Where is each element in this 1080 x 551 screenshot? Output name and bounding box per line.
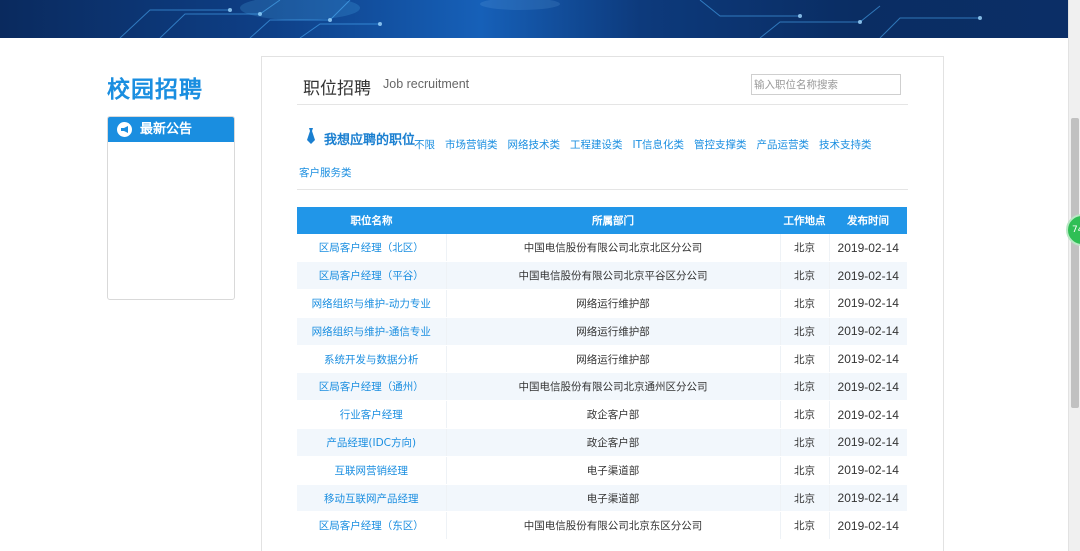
table-row[interactable]: 行业客户经理 政企客户部 北京 2019-02-14: [297, 400, 907, 430]
table-row[interactable]: 区局客户经理（北区） 中国电信股份有限公司北京北区分公司 北京 2019-02-14: [297, 234, 907, 263]
date-cell: 2019-02-14: [828, 289, 907, 318]
job-title-link[interactable]: 区局客户经理（北区）: [297, 234, 446, 263]
job-title-link[interactable]: 网络组织与维护-动力专业: [297, 289, 446, 318]
department-cell: 中国电信股份有限公司北京北区分公司: [445, 234, 780, 263]
job-title-link[interactable]: 产品经理(IDC方向): [297, 428, 446, 457]
date-cell: 2019-02-14: [828, 511, 907, 541]
table-row[interactable]: 移动互联网产品经理 电子渠道部 北京 2019-02-14: [297, 484, 907, 513]
column-header-date: 发布时间: [829, 207, 907, 234]
location-cell: 北京: [779, 234, 829, 263]
department-cell: 电子渠道部: [445, 484, 780, 513]
date-cell: 2019-02-14: [828, 317, 907, 346]
table-row[interactable]: 系统开发与数据分析 网络运行维护部 北京 2019-02-14: [297, 345, 907, 374]
location-cell: 北京: [779, 511, 829, 541]
department-cell: 中国电信股份有限公司北京平谷区分公司: [445, 261, 780, 291]
date-cell: 2019-02-14: [828, 456, 907, 485]
location-cell: 北京: [779, 456, 829, 485]
location-cell: 北京: [779, 372, 829, 402]
job-search-input[interactable]: [751, 74, 901, 95]
sidebar-title: 校园招聘: [107, 77, 203, 103]
panel-subtitle: Job recruitment: [383, 77, 470, 91]
location-cell: 北京: [779, 261, 829, 291]
date-cell: 2019-02-14: [828, 428, 907, 457]
category-engineering[interactable]: 工程建设类: [570, 131, 623, 159]
job-title-link[interactable]: 行业客户经理: [297, 400, 446, 430]
category-tech-support[interactable]: 技术支持类: [819, 131, 872, 159]
announcement-box: 最新公告: [107, 116, 235, 300]
category-management-support[interactable]: 管控支撑类: [694, 131, 747, 159]
category-all[interactable]: 不限: [414, 131, 435, 159]
location-cell: 北京: [779, 289, 829, 318]
department-cell: 政企客户部: [445, 400, 780, 430]
department-cell: 电子渠道部: [445, 456, 780, 485]
location-cell: 北京: [779, 400, 829, 430]
department-cell: 网络运行维护部: [445, 317, 780, 346]
department-cell: 网络运行维护部: [445, 345, 780, 374]
divider: [297, 189, 908, 190]
category-marketing[interactable]: 市场营销类: [445, 131, 498, 159]
table-row[interactable]: 互联网营销经理 电子渠道部 北京 2019-02-14: [297, 456, 907, 485]
column-header-job-title: 职位名称: [297, 207, 446, 234]
page-scrollbar[interactable]: [1068, 0, 1080, 551]
table-row[interactable]: 产品经理(IDC方向) 政企客户部 北京 2019-02-14: [297, 428, 907, 457]
category-customer-service[interactable]: 客户服务类: [299, 159, 352, 187]
table-row[interactable]: 区局客户经理（平谷） 中国电信股份有限公司北京平谷区分公司 北京 2019-02-14: [297, 261, 907, 291]
category-product-ops[interactable]: 产品运营类: [757, 131, 810, 159]
table-body: 区局客户经理（北区） 中国电信股份有限公司北京北区分公司 北京 2019-02-14 区…: [297, 234, 907, 541]
department-cell: 政企客户部: [445, 428, 780, 457]
panel-title: 职位招聘: [303, 79, 371, 99]
divider: [297, 104, 908, 105]
table-row[interactable]: 区局客户经理（东区） 中国电信股份有限公司北京东区分公司 北京 2019-02-14: [297, 511, 907, 541]
job-title-link[interactable]: 互联网营销经理: [297, 456, 446, 485]
table-row[interactable]: 区局客户经理（通州） 中国电信股份有限公司北京通州区分公司 北京 2019-02-14: [297, 372, 907, 402]
job-title-link[interactable]: 网络组织与维护-通信专业: [297, 317, 446, 346]
column-header-location: 工作地点: [780, 207, 829, 234]
job-title-link[interactable]: 区局客户经理（平谷）: [297, 261, 446, 291]
table-row[interactable]: 网络组织与维护-通信专业 网络运行维护部 北京 2019-02-14: [297, 317, 907, 346]
department-cell: 网络运行维护部: [445, 289, 780, 318]
job-title-link[interactable]: 区局客户经理（东区）: [297, 511, 446, 541]
date-cell: 2019-02-14: [828, 261, 907, 291]
department-cell: 中国电信股份有限公司北京通州区分公司: [445, 372, 780, 402]
location-cell: 北京: [779, 317, 829, 346]
header-banner: [0, 0, 1068, 38]
table-row[interactable]: 网络组织与维护-动力专业 网络运行维护部 北京 2019-02-14: [297, 289, 907, 318]
category-filter-list: 不限 市场营销类 网络技术类 工程建设类 IT信息化类 管控支撑类 产品运营类 技术支持类客户…: [299, 131, 904, 187]
category-it[interactable]: IT信息化类: [633, 131, 685, 159]
megaphone-icon: [117, 122, 132, 137]
location-cell: 北京: [779, 345, 829, 374]
date-cell: 2019-02-14: [828, 234, 907, 263]
table-header-row: 职位名称 所属部门 工作地点 发布时间: [297, 207, 907, 234]
date-cell: 2019-02-14: [828, 372, 907, 402]
department-cell: 中国电信股份有限公司北京东区分公司: [445, 511, 780, 541]
location-cell: 北京: [779, 428, 829, 457]
date-cell: 2019-02-14: [828, 345, 907, 374]
date-cell: 2019-02-14: [828, 484, 907, 513]
page: 74 校园招聘 最新公告 职位招聘 Job recruitment 我想应聘的职…: [0, 0, 1080, 551]
scrollbar-thumb[interactable]: [1071, 118, 1079, 408]
latest-announcement-label: 最新公告: [140, 122, 193, 137]
job-title-link[interactable]: 移动互联网产品经理: [297, 484, 446, 513]
location-cell: 北京: [779, 484, 829, 513]
job-title-link[interactable]: 系统开发与数据分析: [297, 345, 446, 374]
latest-announcement-tab[interactable]: 最新公告: [108, 117, 234, 142]
column-header-department: 所属部门: [446, 207, 780, 234]
job-title-link[interactable]: 区局客户经理（通州）: [297, 372, 446, 402]
date-cell: 2019-02-14: [828, 400, 907, 430]
job-table: 职位名称 所属部门 工作地点 发布时间 区局客户经理（北区） 中国电信股份有限公司…: [297, 207, 907, 541]
category-network-tech[interactable]: 网络技术类: [508, 131, 561, 159]
